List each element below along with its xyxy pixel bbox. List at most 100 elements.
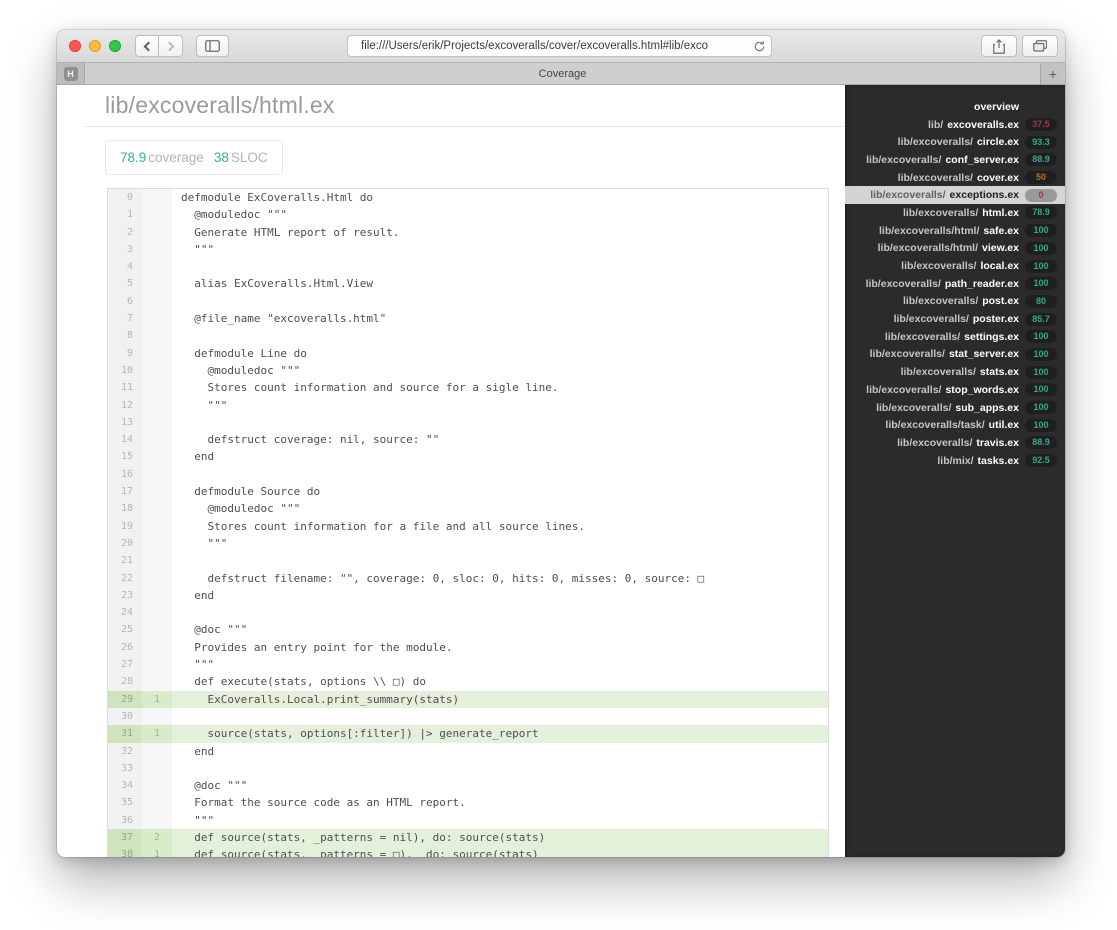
url-fade — [724, 37, 750, 55]
line-number: 4 — [108, 258, 142, 276]
code-line-row: 31 1 source(stats, options[:filter]) |> … — [108, 725, 828, 743]
code-line-row: 20 """ — [108, 534, 828, 553]
line-number: 7 — [108, 310, 142, 328]
file-list-item[interactable]: lib/excoveralls/sub_apps.ex 100 — [845, 399, 1065, 417]
code-line-row: 35 Format the source code as an HTML rep… — [108, 794, 828, 812]
source-line: """ — [181, 536, 228, 550]
file-list-item[interactable]: lib/excoveralls/stop_words.ex 100 — [845, 381, 1065, 399]
file-path-prefix: lib/mix/ — [937, 454, 974, 467]
hit-count — [142, 344, 172, 362]
hit-count — [142, 604, 172, 622]
source-line: @moduledoc """ — [181, 363, 301, 377]
coverage-percent-badge: 88.9 — [1025, 153, 1057, 167]
file-list-label: lib/excoveralls/conf_server.ex — [851, 154, 1019, 166]
file-list-item[interactable]: lib/excoveralls/poster.ex 85.7 — [845, 310, 1065, 328]
line-number: 33 — [108, 759, 142, 778]
file-name: html.ex — [982, 206, 1019, 219]
toolbar-right-buttons — [981, 35, 1058, 57]
source-line — [172, 414, 828, 431]
back-button[interactable] — [135, 35, 159, 57]
code-line-row: 6 — [108, 292, 828, 311]
file-list-label: lib/excoveralls/stats.ex — [851, 366, 1019, 378]
close-window-button[interactable] — [69, 40, 81, 52]
hit-count — [142, 638, 172, 657]
hit-count — [142, 275, 172, 293]
line-number: 1 — [108, 206, 142, 224]
file-name: sub_apps.ex — [955, 401, 1019, 414]
coverage-value: 78.9 — [120, 150, 147, 165]
file-list-item[interactable]: lib/excoveralls/circle.ex 93.3 — [845, 133, 1065, 151]
file-list-label: lib/excoveralls/local.ex — [851, 260, 1019, 272]
code-line-row: 11 Stores count information and source f… — [108, 379, 828, 397]
file-name: stat_server.ex — [948, 348, 1019, 361]
address-bar[interactable]: file:///Users/erik/Projects/excoveralls/… — [347, 35, 772, 57]
file-list-item[interactable]: lib/excoveralls/task/util.ex 100 — [845, 416, 1065, 434]
file-list-item[interactable]: lib/excoveralls/html/safe.ex 100 — [845, 222, 1065, 240]
file-list-item[interactable]: lib/excoveralls/path_reader.ex 100 — [845, 275, 1065, 293]
file-list-label: lib/excoveralls.ex — [851, 119, 1019, 131]
source-line — [172, 466, 828, 483]
hit-count: 1 — [142, 690, 172, 708]
source-code-table: 0 defmodule ExCoveralls.Html do 1 @modul… — [107, 188, 829, 857]
file-path-prefix: lib/excoveralls/ — [902, 206, 979, 219]
sidebar-icon — [205, 40, 220, 52]
tab-overview-button[interactable] — [1022, 35, 1058, 57]
hit-count — [142, 189, 172, 207]
file-list-item[interactable]: lib/excoveralls/travis.ex 88.9 — [845, 434, 1065, 452]
new-tab-button[interactable]: + — [1040, 63, 1065, 84]
code-line-row: 4 — [108, 258, 828, 276]
line-number: 9 — [108, 344, 142, 362]
file-list-item[interactable]: lib/excoveralls/exceptions.ex 0 — [845, 186, 1065, 205]
file-path-prefix: lib/excoveralls/ — [866, 383, 942, 396]
file-list-item[interactable]: lib/excoveralls/stat_server.ex 100 — [845, 346, 1065, 364]
pinned-tab[interactable]: H — [57, 63, 85, 84]
source-line — [172, 604, 828, 621]
file-list-label: lib/excoveralls/sub_apps.ex — [851, 402, 1019, 414]
file-list-item[interactable]: lib/excoveralls/settings.ex 100 — [845, 328, 1065, 346]
file-list-item[interactable]: lib/excoveralls/html/view.ex 100 — [845, 240, 1065, 258]
line-number: 37 — [108, 828, 142, 847]
file-list-item[interactable]: lib/excoveralls/cover.ex 50 — [845, 169, 1065, 187]
source-line: @moduledoc """ — [181, 208, 287, 222]
line-number: 24 — [108, 604, 142, 622]
coverage-percent-badge: 100 — [1025, 224, 1057, 238]
hit-count — [142, 361, 172, 380]
zoom-window-button[interactable] — [109, 40, 121, 52]
file-list-item[interactable]: lib/excoveralls/html.ex 78.9 — [845, 204, 1065, 222]
file-name: safe.ex — [983, 224, 1019, 237]
file-name: stop_words.ex — [945, 383, 1019, 396]
file-path-prefix: lib/excoveralls/ — [902, 295, 979, 308]
source-line: """ — [181, 813, 215, 827]
line-number: 13 — [108, 413, 142, 432]
code-line-row: 15 end — [108, 448, 828, 466]
file-path-prefix: lib/excoveralls/task/ — [885, 419, 985, 432]
minimize-window-button[interactable] — [89, 40, 101, 52]
share-button[interactable] — [981, 35, 1017, 57]
sidebar-toggle-button[interactable] — [196, 35, 229, 57]
file-path-prefix: lib/excoveralls/ — [870, 189, 946, 202]
tab-coverage[interactable]: Coverage — [85, 63, 1040, 84]
file-list-item[interactable]: lib/excoveralls.ex 37.5 — [845, 116, 1065, 134]
source-line: @doc """ — [181, 779, 248, 793]
file-list-item[interactable]: lib/mix/tasks.ex 92.5 — [845, 452, 1065, 470]
share-icon — [993, 38, 1005, 54]
file-list-item[interactable]: lib/excoveralls/conf_server.ex 88.9 — [845, 151, 1065, 169]
hit-count — [142, 223, 172, 241]
file-list-label: lib/excoveralls/html/safe.ex — [851, 225, 1019, 237]
coverage-percent-badge: 0 — [1025, 188, 1057, 202]
file-list-item[interactable]: lib/excoveralls/stats.ex 100 — [845, 363, 1065, 381]
file-path-prefix: lib/excoveralls/ — [897, 171, 973, 184]
file-list-item[interactable]: lib/excoveralls/local.ex 100 — [845, 257, 1065, 275]
file-list-item[interactable]: lib/excoveralls/post.ex 80 — [845, 293, 1065, 311]
file-list-item[interactable]: overview — [845, 98, 1065, 116]
hit-count — [142, 656, 172, 674]
source-line: Stores count information for a file and … — [181, 519, 585, 533]
code-line-row: 2 Generate HTML report of result. — [108, 223, 828, 241]
tab-title: Coverage — [538, 67, 587, 80]
line-number: 34 — [108, 777, 142, 795]
hit-count — [142, 794, 172, 812]
coverage-percent-badge: 100 — [1025, 365, 1057, 379]
forward-button[interactable] — [159, 35, 183, 57]
source-line: def execute(stats, options \\ □) do — [181, 675, 427, 689]
reload-button[interactable] — [753, 40, 766, 53]
